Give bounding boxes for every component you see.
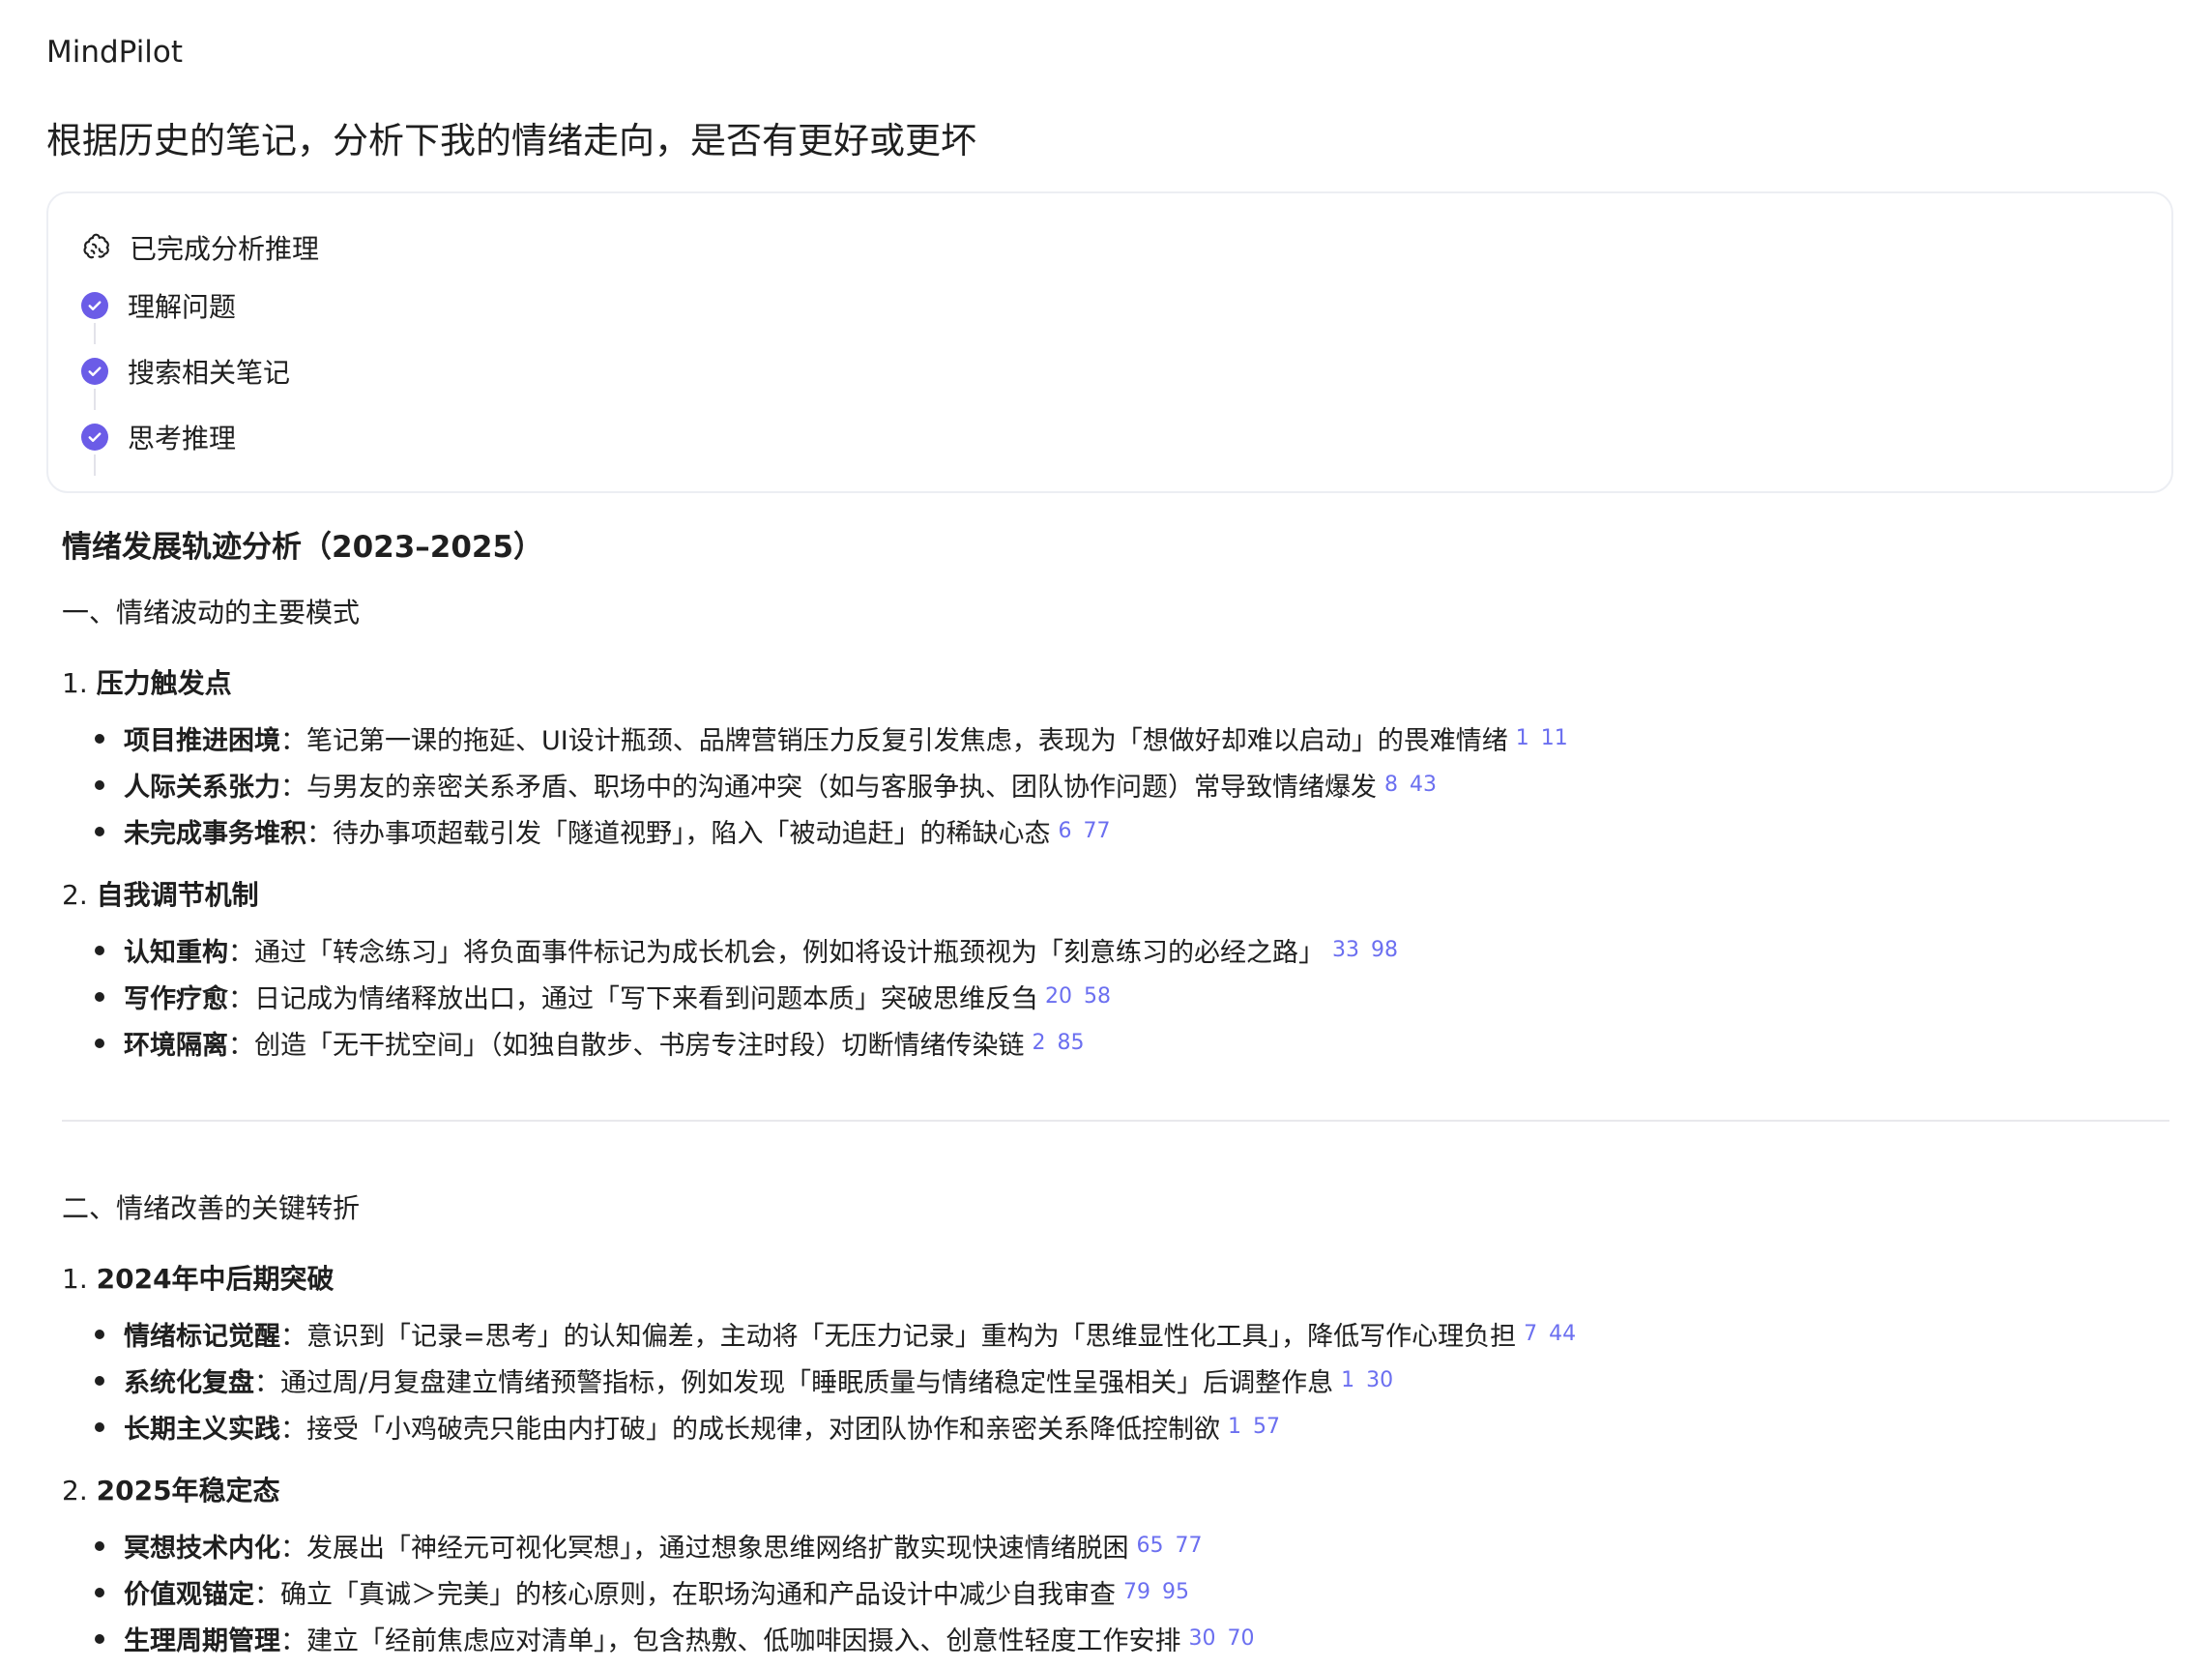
citation-link[interactable]: 33 (1332, 938, 1359, 962)
citation-link[interactable]: 2 (1033, 1031, 1046, 1055)
citation-link[interactable]: 65 (1137, 1534, 1164, 1558)
item-term: 写作疗愈 (124, 984, 228, 1014)
analysis-title: 情绪发展轨迹分析（2023–2025） (62, 530, 544, 565)
citation-link[interactable]: 43 (1410, 773, 1437, 797)
section-divider (62, 1120, 2169, 1122)
reasoning-step: 搜索相关笔记 (81, 352, 290, 391)
item-term: 系统化复盘 (124, 1368, 254, 1398)
group-title: 2025年稳定态 (96, 1475, 280, 1507)
group-heading: 1. 压力触发点 (62, 662, 232, 701)
citation-link[interactable]: 85 (1058, 1031, 1085, 1055)
item-text: ：通过周/月复盘建立情绪预警指标，例如发现「睡眠质量与情绪稳定性呈强相关」后调整… (254, 1368, 1334, 1398)
citation-link[interactable]: 20 (1045, 984, 1072, 1009)
item-term: 环境隔离 (124, 1031, 228, 1061)
list-item: 生理周期管理 ：建立「经前焦虑应对清单」，包含热敷、低咖啡因摄入、创意性轻度工作… (62, 1620, 1255, 1657)
citation-link[interactable]: 1 (1228, 1415, 1241, 1439)
list-item: 冥想技术内化 ：发展出「神经元可视化冥想」，通过想象思维网络扩散实现快速情绪脱困… (62, 1527, 1203, 1565)
group-number: 1. (62, 667, 88, 699)
reasoning-step: 理解问题 (81, 286, 236, 325)
item-text: ：日记成为情绪释放出口，通过「写下来看到问题本质」突破思维反刍 (228, 984, 1037, 1014)
item-text: ：意识到「记录=思考」的认知偏差，主动将「无压力记录」重构为「思维显性化工具」，… (280, 1322, 1517, 1352)
item-text: ：待办事项超载引发「隧道视野」，陷入「被动追赶」的稀缺心态 (306, 819, 1051, 849)
list-item: 系统化复盘 ：通过周/月复盘建立情绪预警指标，例如发现「睡眠质量与情绪稳定性呈强… (62, 1361, 1393, 1399)
citation-link[interactable]: 30 (1189, 1626, 1216, 1651)
item-term: 情绪标记觉醒 (124, 1322, 280, 1352)
citation-link[interactable]: 11 (1541, 726, 1568, 750)
item-text: ：创造「无干扰空间」（如独自散步、书房专注时段）切断情绪传染链 (228, 1031, 1025, 1061)
step-label: 思考推理 (128, 423, 237, 454)
group-heading: 2. 自我调节机制 (62, 874, 259, 913)
citation-link[interactable]: 70 (1228, 1626, 1255, 1651)
list-item: 环境隔离 ：创造「无干扰空间」（如独自散步、书房专注时段）切断情绪传染链 2 8… (62, 1024, 1085, 1062)
item-text: ：与男友的亲密关系矛盾、职场中的沟通冲突（如与客服争执、团队协作问题）常导致情绪… (280, 773, 1377, 803)
list-item: 价值观锚定 ：确立「真诚＞完美」的核心原则，在职场沟通和产品设计中减少自我审查 … (62, 1573, 1189, 1611)
item-text: ：接受「小鸡破壳只能由内打破」的成长规律，对团队协作和亲密关系降低控制欲 (280, 1415, 1220, 1445)
citation-link[interactable]: 95 (1162, 1580, 1189, 1604)
reasoning-title: 已完成分析推理 (130, 233, 320, 265)
item-text: ：通过「转念练习」将负面事件标记为成长机会，例如将设计瓶颈视为「刻意练习的必经之… (228, 938, 1324, 968)
user-query: 根据历史的笔记，分析下我的情绪走向，是否有更好或更坏 (46, 120, 976, 161)
group-heading: 2. 2025年稳定态 (62, 1470, 280, 1508)
item-text: ：建立「经前焦虑应对清单」，包含热敷、低咖啡因摄入、创意性轻度工作安排 (280, 1626, 1181, 1656)
group-heading: 1. 2024年中后期突破 (62, 1258, 335, 1297)
list-item: 写作疗愈 ：日记成为情绪释放出口，通过「写下来看到问题本质」突破思维反刍 20 … (62, 978, 1111, 1015)
group-title: 2024年中后期突破 (96, 1263, 335, 1295)
citation-link[interactable]: 1 (1341, 1368, 1354, 1392)
list-item: 人际关系张力 ：与男友的亲密关系矛盾、职场中的沟通冲突（如与客服争执、团队协作问… (62, 766, 1437, 804)
group-number: 1. (62, 1263, 88, 1295)
item-term: 长期主义实践 (124, 1415, 280, 1445)
item-text: ：确立「真诚＞完美」的核心原则，在职场沟通和产品设计中减少自我审查 (254, 1580, 1116, 1610)
group-title: 自我调节机制 (96, 879, 259, 911)
step-connector (94, 454, 96, 476)
section-heading: 一、情绪波动的主要模式 (62, 597, 361, 629)
item-term: 未完成事务堆积 (124, 819, 306, 849)
list-item: 情绪标记觉醒 ：意识到「记录=思考」的认知偏差，主动将「无压力记录」重构为「思维… (62, 1315, 1576, 1353)
item-term: 生理周期管理 (124, 1626, 280, 1656)
group-title: 压力触发点 (96, 667, 232, 699)
citation-link[interactable]: 1 (1516, 726, 1529, 750)
citation-link[interactable]: 44 (1549, 1322, 1576, 1346)
item-term: 项目推进困境 (124, 726, 280, 756)
step-connector (94, 323, 96, 344)
item-term: 认知重构 (124, 938, 228, 968)
citation-link[interactable]: 79 (1123, 1580, 1150, 1604)
citation-link[interactable]: 8 (1384, 773, 1398, 797)
reasoning-header[interactable]: 已完成分析推理 (81, 228, 319, 267)
item-text: ：发展出「神经元可视化冥想」，通过想象思维网络扩散实现快速情绪脱困 (280, 1534, 1129, 1564)
group-number: 2. (62, 1475, 88, 1507)
citation-link[interactable]: 98 (1371, 938, 1398, 962)
step-label: 搜索相关笔记 (128, 357, 291, 389)
citation-link[interactable]: 57 (1253, 1415, 1280, 1439)
brain-icon (83, 233, 109, 259)
list-item: 未完成事务堆积 ：待办事项超载引发「隧道视野」，陷入「被动追赶」的稀缺心态 6 … (62, 812, 1111, 850)
list-item: 认知重构 ：通过「转念练习」将负面事件标记为成长机会，例如将设计瓶颈视为「刻意练… (62, 931, 1398, 969)
item-text: ：笔记第一课的拖延、UI设计瓶颈、品牌营销压力反复引发焦虑，表现为「想做好却难以… (280, 726, 1508, 756)
reasoning-step: 思考推理 (81, 418, 236, 456)
item-term: 人际关系张力 (124, 773, 280, 803)
step-connector (94, 389, 96, 410)
citation-link[interactable]: 58 (1084, 984, 1111, 1009)
check-icon (81, 358, 108, 385)
citation-link[interactable]: 77 (1176, 1534, 1203, 1558)
check-icon (81, 292, 108, 319)
group-number: 2. (62, 879, 88, 911)
item-term: 价值观锚定 (124, 1580, 254, 1610)
reasoning-panel[interactable]: 已完成分析推理 理解问题 搜索相关笔记 思考推理 (46, 191, 2173, 493)
app-name: MindPilot (46, 35, 184, 70)
citation-link[interactable]: 6 (1059, 819, 1072, 843)
citation-link[interactable]: 77 (1084, 819, 1111, 843)
citation-link[interactable]: 7 (1524, 1322, 1537, 1346)
step-label: 理解问题 (128, 291, 237, 323)
check-icon (81, 424, 108, 451)
citation-link[interactable]: 30 (1366, 1368, 1393, 1392)
section-heading: 二、情绪改善的关键转折 (62, 1192, 361, 1224)
list-item: 项目推进困境 ：笔记第一课的拖延、UI设计瓶颈、品牌营销压力反复引发焦虑，表现为… (62, 719, 1568, 757)
list-item: 长期主义实践 ：接受「小鸡破壳只能由内打破」的成长规律，对团队协作和亲密关系降低… (62, 1408, 1280, 1446)
item-term: 冥想技术内化 (124, 1534, 280, 1564)
